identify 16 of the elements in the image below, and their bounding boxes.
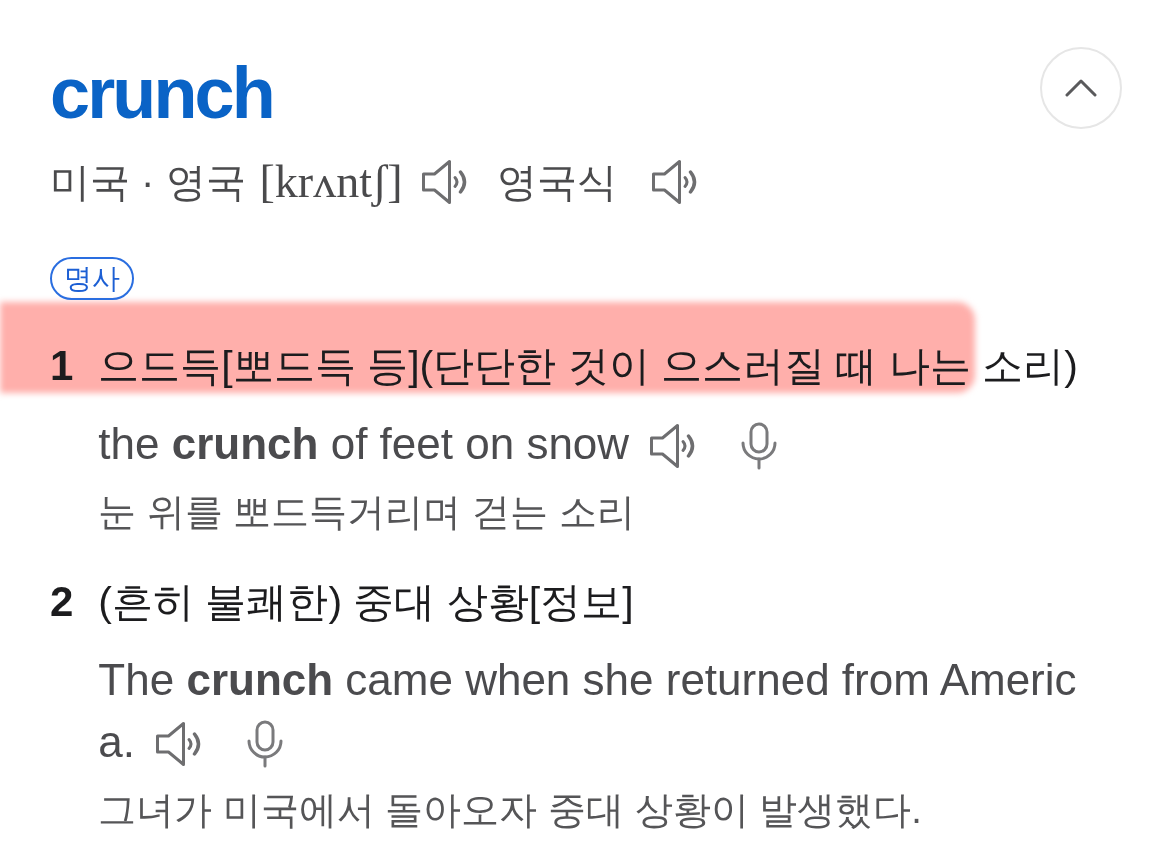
region-label: 영국식 — [496, 159, 617, 206]
speaker-icon[interactable] — [650, 159, 699, 205]
example-sentence: a. — [98, 716, 136, 768]
part-of-speech-badge: 명사 — [50, 257, 134, 300]
sense-number: 1 — [50, 341, 74, 391]
example-translation: 그녀가 미국에서 돌아오자 중대 상황이 발생했다. — [98, 788, 923, 833]
example-sentence: The crunch came when she returned from Americ — [98, 654, 1077, 706]
example-translation: 눈 위를 뽀드득거리며 걷는 소리 — [98, 490, 636, 535]
phonetic-transcription: [krʌntʃ] — [259, 157, 403, 207]
example-sentence: the crunch of feet on snow — [98, 418, 630, 470]
sense-number: 2 — [50, 577, 74, 627]
region-label: 미국 · 영국 — [50, 159, 246, 206]
headword: crunch — [50, 57, 273, 129]
speaker-icon[interactable] — [420, 159, 469, 205]
definition-text: (흔히 불쾌한) 중대 상황[정보] — [98, 578, 635, 627]
definition-text: 으드득[뽀드득 등](단단한 것이 으스러질 때 나는 소리) — [98, 342, 1079, 391]
